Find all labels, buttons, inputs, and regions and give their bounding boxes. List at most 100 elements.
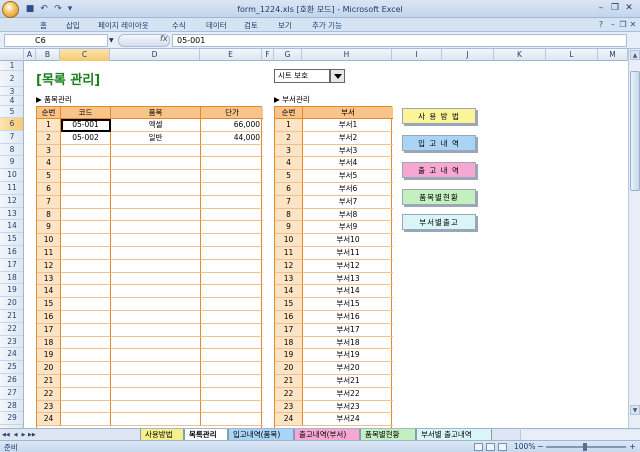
item-cell-name[interactable]	[111, 349, 201, 363]
row-header-19[interactable]: 19	[0, 284, 23, 298]
row-header-4[interactable]: 4	[0, 96, 23, 106]
dept-cell-seq[interactable]: 6	[275, 183, 303, 196]
item-cell-code[interactable]	[61, 144, 111, 158]
item-cell-name[interactable]	[111, 362, 201, 375]
dept-cell-seq[interactable]: 5	[275, 170, 303, 183]
row-header-18[interactable]: 18	[0, 272, 23, 285]
item-cell-price[interactable]	[201, 285, 263, 299]
item-cell-price[interactable]	[201, 311, 263, 324]
tab-data[interactable]: 데이터	[206, 20, 227, 31]
item-cell-code[interactable]: 05-002	[61, 131, 111, 145]
row-header-26[interactable]: 26	[0, 374, 23, 387]
row-header-6[interactable]: 6	[0, 118, 23, 131]
dept-cell-seq[interactable]: 19	[275, 349, 303, 363]
row-header-22[interactable]: 22	[0, 323, 23, 336]
vertical-scrollbar[interactable]: ▲ ▼	[628, 49, 640, 428]
column-header-b[interactable]: B	[36, 49, 60, 61]
item-cell-code[interactable]	[61, 285, 111, 299]
tab-view[interactable]: 보기	[278, 20, 292, 31]
row-header-11[interactable]: 11	[0, 182, 23, 195]
dept-cell-name[interactable]: 부서14	[303, 285, 393, 299]
dept-cell-name[interactable]: 부서22	[303, 388, 393, 401]
dept-cell-name[interactable]: 부서1	[303, 119, 393, 132]
item-cell-seq[interactable]: 7	[37, 195, 61, 209]
dept-cell-seq[interactable]: 7	[275, 195, 303, 209]
item-cell-seq[interactable]: 4	[37, 157, 61, 171]
item-cell-seq[interactable]: 18	[37, 336, 61, 350]
row-header-2[interactable]: 2	[0, 71, 23, 87]
dept-cell-name[interactable]: 부서2	[303, 132, 393, 145]
item-cell-price[interactable]	[201, 209, 263, 222]
item-cell-code[interactable]	[61, 234, 111, 247]
tab-home[interactable]: 홈	[40, 20, 47, 31]
dept-cell-name[interactable]: 부서4	[303, 157, 393, 171]
dept-cell-seq[interactable]: 14	[275, 285, 303, 299]
column-header-g[interactable]: G	[274, 49, 302, 61]
item-cell-seq[interactable]: 23	[37, 400, 61, 414]
item-cell-price[interactable]	[201, 260, 263, 273]
item-cell-seq[interactable]: 1	[37, 119, 61, 132]
row-header-14[interactable]: 14	[0, 220, 23, 234]
column-header-l[interactable]: L	[546, 49, 598, 61]
column-header-h[interactable]: H	[302, 49, 392, 61]
item-cell-seq[interactable]: 8	[37, 208, 61, 222]
item-cell-price[interactable]	[201, 234, 263, 247]
zoom-slider-thumb[interactable]	[583, 443, 587, 451]
row-header-23[interactable]: 23	[0, 336, 23, 349]
normal-view-icon[interactable]	[474, 443, 483, 451]
item-cell-code[interactable]	[61, 413, 111, 427]
dept-cell-name[interactable]: 부서6	[303, 183, 393, 196]
item-cell-seq[interactable]: 10	[37, 234, 61, 247]
dept-cell-seq[interactable]: 3	[275, 144, 303, 158]
item-cell-price[interactable]	[201, 349, 263, 363]
column-header-m[interactable]: M	[598, 49, 628, 61]
item-cell-code[interactable]: 05-001	[61, 119, 111, 132]
dept-cell-name[interactable]: 부서7	[303, 196, 393, 209]
row-header-24[interactable]: 24	[0, 348, 23, 362]
dept-cell-seq[interactable]: 18	[275, 336, 303, 350]
item-cell-code[interactable]	[61, 323, 111, 337]
item-cell-code[interactable]	[61, 259, 111, 273]
item-cell-code[interactable]	[61, 208, 111, 222]
column-header-k[interactable]: K	[494, 49, 546, 61]
sheet-tab-2[interactable]: 목록관리	[184, 429, 228, 440]
name-box[interactable]: C6	[4, 34, 108, 47]
item-cell-price[interactable]: 44,000	[201, 132, 263, 145]
dept-cell-name[interactable]: 부서21	[303, 375, 393, 388]
dept-cell-seq[interactable]: 21	[275, 375, 303, 388]
dept-cell-name[interactable]: 부서5	[303, 170, 393, 183]
dept-cell-name[interactable]: 부서10	[303, 234, 393, 247]
scroll-down-icon[interactable]: ▼	[630, 405, 640, 415]
page-layout-view-icon[interactable]	[486, 443, 495, 451]
item-cell-name[interactable]	[111, 413, 201, 427]
row-header-29[interactable]: 29	[0, 412, 23, 426]
row-header-8[interactable]: 8	[0, 144, 23, 157]
row-header-3[interactable]: 3	[0, 87, 23, 96]
item-cell-code[interactable]	[61, 400, 111, 414]
item-cell-code[interactable]	[61, 170, 111, 183]
tab-insert[interactable]: 삽입	[66, 20, 80, 31]
row-header-9[interactable]: 9	[0, 156, 23, 170]
row-header-17[interactable]: 17	[0, 259, 23, 272]
item-cell-price[interactable]	[201, 273, 263, 286]
workbook-minimize-icon[interactable]: –	[608, 20, 618, 30]
row-header-12[interactable]: 12	[0, 195, 23, 208]
name-box-dropdown-icon[interactable]: ▼	[109, 36, 117, 45]
item-status-button[interactable]: 품목별현황	[402, 189, 476, 205]
item-cell-name[interactable]	[111, 311, 201, 324]
dept-cell-name[interactable]: 부서12	[303, 260, 393, 273]
item-cell-price[interactable]	[201, 221, 263, 235]
item-cell-name[interactable]	[111, 195, 201, 209]
item-cell-price[interactable]	[201, 247, 263, 260]
item-cell-name[interactable]	[111, 208, 201, 222]
item-cell-code[interactable]	[61, 387, 111, 401]
item-cell-code[interactable]	[61, 157, 111, 171]
item-cell-code[interactable]	[61, 336, 111, 350]
dept-cell-name[interactable]: 부서20	[303, 362, 393, 375]
item-cell-name[interactable]	[111, 170, 201, 183]
item-cell-code[interactable]	[61, 349, 111, 363]
item-cell-code[interactable]	[61, 311, 111, 324]
sheet-tab-5[interactable]: 품목별현황	[360, 429, 416, 440]
workbook-close-icon[interactable]: ✕	[628, 20, 638, 30]
item-cell-price[interactable]	[201, 196, 263, 209]
